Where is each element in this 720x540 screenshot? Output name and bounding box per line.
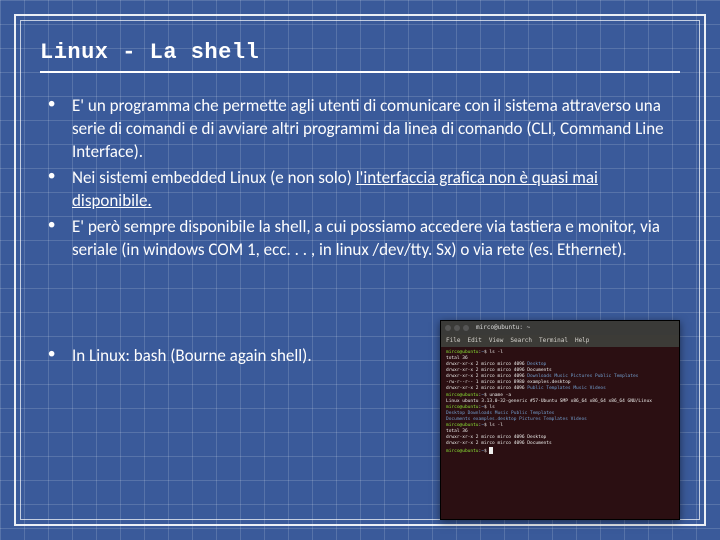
cmd: $ ls -l	[484, 350, 503, 355]
menu-item: View	[489, 337, 503, 345]
menu-item: Search	[510, 337, 532, 345]
menu-item: Edit	[467, 337, 481, 345]
list-item: E' un programma che permette agli utenti…	[46, 95, 680, 164]
prompt-user: mirco@ubuntu	[446, 350, 479, 355]
file: examples.desktop	[527, 380, 570, 385]
output: -rw-r--r-- 1 mirco mirco 8980	[446, 380, 527, 385]
list-item: Nei sistemi embedded Linux (e non solo) …	[46, 167, 680, 213]
terminal-menubar: File Edit View Search Terminal Help	[441, 335, 679, 347]
dir: Public Templates Music Videos	[527, 386, 606, 391]
cmd: $ uname -a	[484, 393, 511, 398]
dir: Desktop	[527, 362, 546, 367]
bullet-list: E' un programma che permette agli utenti…	[40, 95, 680, 262]
cmd: $ ls -l	[484, 423, 503, 428]
list-item: E' però sempre disponibile la shell, a c…	[46, 216, 680, 262]
text: Nei sistemi embedded Linux (e non solo)	[72, 167, 356, 188]
menu-item: Help	[575, 337, 589, 345]
cmd: $ ls	[484, 405, 495, 410]
window-button	[445, 325, 451, 331]
window-button	[454, 325, 460, 331]
slide-content: Linux - La shell E' un programma che per…	[40, 40, 680, 510]
window-button	[463, 325, 469, 331]
slide-title: Linux - La shell	[40, 40, 680, 73]
prompt-user: mirco@ubuntu	[446, 449, 479, 454]
output: drwxr-xr-x 2 mirco mirco 4096	[446, 362, 527, 367]
dir: Downloads Music Pictures Public Template…	[527, 374, 638, 379]
terminal-screenshot: mirco@ubuntu: ~ File Edit View Search Te…	[440, 320, 680, 520]
output: drwxr-xr-x 2 mirco mirco 4096	[446, 386, 527, 391]
cursor-icon	[489, 447, 493, 454]
prompt-user: mirco@ubuntu	[446, 423, 479, 428]
output: drwxr-xr-x 2 mirco mirco 4096	[446, 374, 527, 379]
prompt-user: mirco@ubuntu	[446, 393, 479, 398]
terminal-body: mirco@ubuntu:~$ ls -l total 36 drwxr-xr-…	[441, 347, 679, 458]
terminal-title-text: mirco@ubuntu: ~	[476, 324, 530, 332]
menu-item: File	[446, 337, 460, 345]
menu-item: Terminal	[539, 337, 568, 345]
terminal-titlebar: mirco@ubuntu: ~	[441, 321, 679, 335]
prompt-user: mirco@ubuntu	[446, 405, 479, 410]
